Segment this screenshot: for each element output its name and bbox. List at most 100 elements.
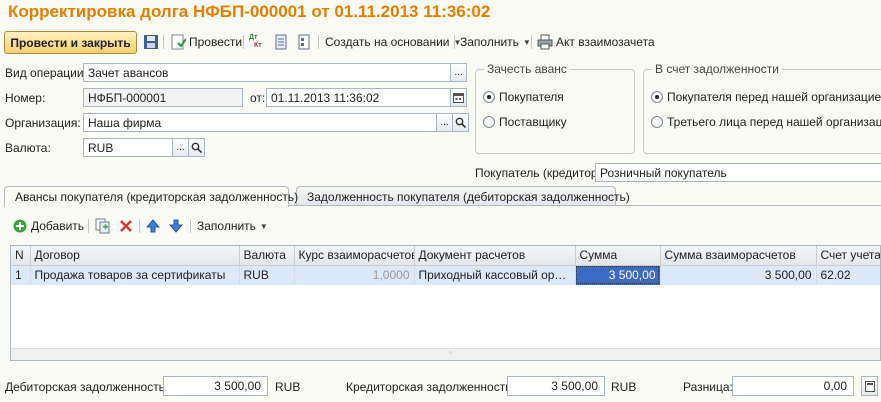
organization-open-button[interactable] [452,113,469,132]
add-row-label: Добавить [31,219,85,233]
currency-open-button[interactable] [188,138,205,157]
operation-type-field[interactable]: Зачет авансов [83,63,451,82]
col-header-document[interactable]: Документ расчетов [414,246,576,266]
currency-field[interactable]: RUB [83,138,173,157]
act-button[interactable]: Акт взаимозачета [537,33,655,51]
radio-dot [483,91,495,103]
copy-icon [95,218,111,234]
radio-dot [651,91,663,103]
debt-radio-our-org-label: Покупателя перед нашей организацией [667,90,881,104]
credit-debt-label: Кредиторская задолженность: [346,380,515,394]
create-based-on-label: Создать на основании [325,35,450,49]
cell-currency[interactable]: RUB [239,265,295,285]
delete-row-button[interactable] [118,217,134,235]
list-icon [273,34,289,50]
radio-dot [651,116,663,128]
horizontal-scrollbar[interactable]: ◦ [11,348,880,360]
offset-radio-supplier[interactable]: Поставщику [483,115,567,129]
delete-icon [118,218,134,234]
organization-field[interactable]: Наша фирма [83,113,437,132]
col-header-n[interactable]: N [11,246,31,266]
document-structure-icon [296,34,312,50]
tab-buyer-advances[interactable]: Авансы покупателя (кредиторская задолжен… [4,186,298,207]
number-label: Номер: [5,91,46,105]
cell-account[interactable]: 62.02 [816,265,880,285]
cell-document[interactable]: Приходный кассовый ордер... [414,265,576,285]
tab-buyer-debt[interactable]: Задолженность покупателя (дебиторская за… [296,186,630,206]
debit-currency: RUB [275,380,301,394]
cell-rate[interactable]: 1,0000 [294,265,415,285]
fill-menu[interactable]: Заполнить ▼ [460,33,531,51]
col-header-account[interactable]: Счет учета [816,246,880,266]
printer-icon [537,34,553,50]
calendar-button[interactable] [450,88,467,107]
scroll-grip-icon: ◦ [449,348,452,357]
buyer-label: Покупатель (кредитор): [475,166,605,180]
number-field[interactable]: НФБП-000001 [83,88,243,107]
advances-table: N Договор Валюта Курс взаиморасчетов Док… [10,245,881,361]
post-button[interactable]: Провести [170,33,242,51]
organization-label: Организация: [5,116,81,130]
calculator-icon [864,380,875,392]
difference-label: Разница: [683,380,733,394]
debt-group-title: В счет задолженности [652,62,782,76]
structure-button[interactable] [296,33,312,51]
credit-debt-field: 3 500,00 [507,376,605,396]
offset-radio-buyer[interactable]: Покупателя [483,90,564,104]
operation-type-label: Вид операции: [5,66,87,80]
col-header-rate[interactable]: Курс взаиморасчетов [294,246,415,266]
currency-label: Валюта: [5,141,51,155]
col-header-contract[interactable]: Договор [30,246,240,266]
col-header-amount[interactable]: Сумма [575,246,661,266]
currency-select-button[interactable]: ... [172,138,189,157]
buyer-field[interactable]: Розничный покупатель [595,163,881,182]
dt-kt-button[interactable]: Дт Кт [249,33,265,51]
calculator-button[interactable] [861,376,878,396]
debt-radio-third-party-label: Третьего лица перед нашей организацией [667,115,881,129]
radio-dot [483,116,495,128]
dt-kt-icon-bottom: Кт [254,42,262,49]
create-based-on-menu[interactable]: Создать на основании ▼ [325,33,461,51]
search-icon [455,117,466,128]
chevron-down-icon: ▼ [259,221,268,231]
offset-radio-buyer-label: Покупателя [499,90,564,104]
debt-radio-our-org[interactable]: Покупателя перед нашей организацией [651,90,881,104]
save-icon [143,34,159,50]
move-down-button[interactable] [168,217,184,235]
cell-contract[interactable]: Продажа товаров за сертификаты [30,265,240,285]
organization-select-button[interactable]: ... [436,113,453,132]
fill-label: Заполнить [460,35,519,49]
dt-kt-icon-top: Дт [249,34,258,41]
save-button[interactable] [143,33,159,51]
add-row-button[interactable]: Добавить [12,217,84,235]
col-header-currency[interactable]: Валюта [239,246,295,266]
move-up-button[interactable] [145,217,161,235]
col-header-settle-amount[interactable]: Сумма взаиморасчетов [660,246,817,266]
operation-type-select-button[interactable]: ... [450,63,467,82]
debit-debt-field: 3 500,00 [163,376,268,396]
difference-field: 0,00 [732,376,854,396]
date-field[interactable]: 01.11.2013 11:36:02 [266,88,451,107]
cell-amount[interactable]: 3 500,00 [575,265,661,285]
offset-radio-supplier-label: Поставщику [499,115,567,129]
cell-n[interactable]: 1 [11,265,31,285]
post-button-label: Провести [189,35,243,49]
debit-debt-label: Дебиторская задолженность: [5,380,169,394]
add-icon [12,218,28,234]
date-label: от: [250,91,266,105]
document-title: Корректировка долга НФБП-000001 от 01.11… [8,2,491,21]
chevron-down-icon: ▼ [522,37,531,47]
search-icon [191,142,202,153]
table-fill-menu[interactable]: Заполнить ▼ [197,217,268,235]
cell-settle-amount[interactable]: 3 500,00 [660,265,817,285]
offset-advance-title: Зачесть аванс [484,62,570,76]
post-and-close-button[interactable]: Провести и закрыть [4,31,137,54]
copy-row-button[interactable] [95,217,111,235]
table-row[interactable]: 1 Продажа товаров за сертификаты RUB 1,0… [11,265,880,285]
list-button[interactable] [273,33,289,51]
arrow-up-icon [145,218,161,234]
debt-radio-third-party[interactable]: Третьего лица перед нашей организацией [651,115,881,129]
act-label: Акт взаимозачета [556,35,655,49]
table-header-row: N Договор Валюта Курс взаиморасчетов Док… [11,246,880,266]
toolbar: Провести и закрыть Провести Дт Кт Создат… [0,28,881,56]
